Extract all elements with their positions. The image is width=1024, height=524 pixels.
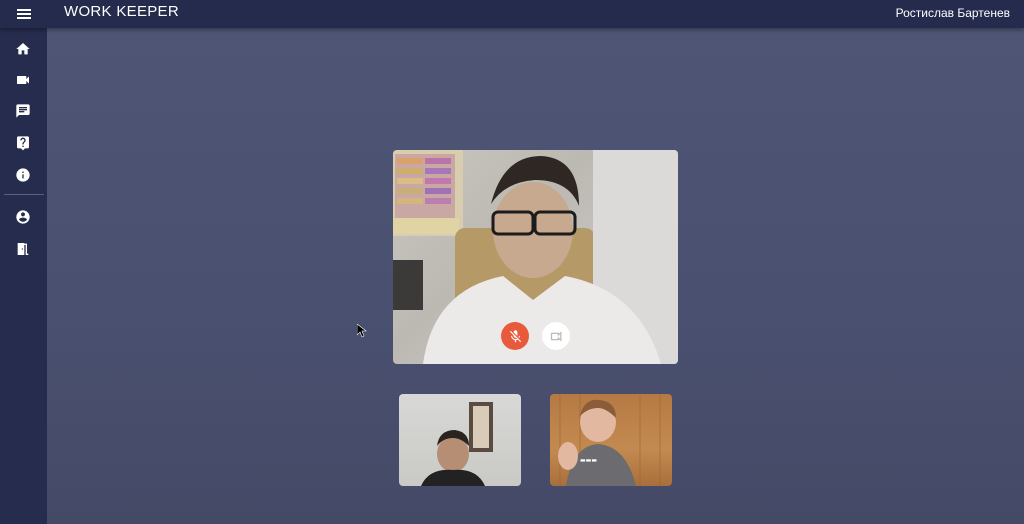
participant-video-2-frame: ▬▬▬ [558, 394, 661, 486]
sidebar-item-info[interactable] [12, 164, 34, 186]
participant-video-2[interactable]: ▬▬▬ [550, 394, 672, 486]
menu-icon[interactable] [14, 4, 36, 24]
user-name[interactable]: Ростислав Бартенев [896, 6, 1010, 20]
sidebar-item-help[interactable] [12, 132, 34, 154]
participant-video-1-frame [421, 402, 493, 486]
info-icon [16, 168, 30, 182]
videocam-icon [17, 76, 29, 84]
home-icon [16, 43, 30, 55]
account-circle-icon [16, 210, 30, 224]
toggle-camera-button[interactable] [542, 322, 570, 350]
sidebar-item-home[interactable] [12, 38, 34, 60]
mouse-cursor [356, 323, 367, 343]
sidebar-item-video[interactable] [12, 69, 34, 91]
sidebar-item-exit[interactable] [12, 238, 34, 260]
sidebar-item-account[interactable] [12, 206, 34, 228]
sidebar-divider [4, 194, 44, 195]
mic-off-icon [509, 329, 521, 342]
main-video-frame [393, 150, 678, 364]
participant-video-1[interactable] [399, 394, 521, 486]
chat-icon [16, 104, 30, 118]
top-app-bar: WORK KEEPER Ростислав Бартенев [0, 0, 1024, 28]
videocam-icon [550, 330, 561, 342]
help-icon [17, 136, 29, 151]
main-content: ▬▬▬ [47, 28, 1024, 524]
mute-microphone-button[interactable] [501, 322, 529, 350]
sidebar-item-chat[interactable] [12, 100, 34, 122]
exit-door-icon [17, 243, 29, 255]
main-video[interactable] [393, 150, 678, 364]
shirt-print: ▬▬▬ [580, 457, 597, 464]
app-title: WORK KEEPER [64, 3, 179, 20]
sidebar [0, 28, 47, 524]
